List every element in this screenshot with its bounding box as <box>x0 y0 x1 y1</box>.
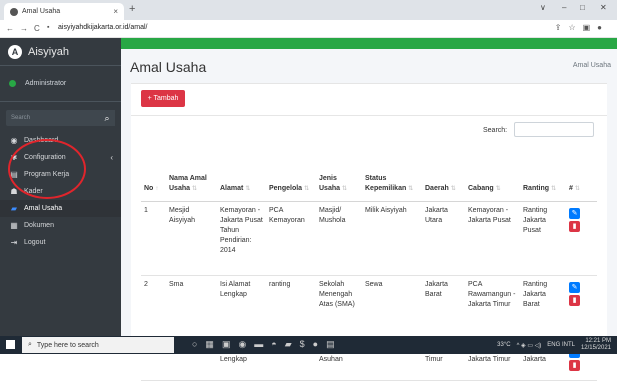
windows-start-icon[interactable] <box>6 340 15 349</box>
user-panel[interactable]: Administrator <box>0 66 121 102</box>
column-header[interactable]: No ↑ <box>141 180 166 201</box>
user-avatar <box>9 80 16 87</box>
edit-icon[interactable]: ✎ <box>569 282 580 293</box>
trash-icon[interactable]: ▮ <box>569 221 580 232</box>
user-name: Administrator <box>25 80 67 87</box>
data-card: + Tambah Search: No ↑ Nama Amal Usaha ⇅ Al… <box>131 83 607 381</box>
weather-text[interactable]: 33°C <box>497 342 510 348</box>
logout-icon: ⇥ <box>10 238 18 247</box>
table-header: No ↑ Nama Amal Usaha ⇅ Alamat ⇅ Pengelola ⇅ … <box>141 145 597 202</box>
add-button[interactable]: + Tambah <box>141 90 185 107</box>
forward-icon[interactable]: → <box>20 24 28 33</box>
minimize-button[interactable]: – <box>562 3 566 12</box>
table-cell: Sewa <box>365 281 383 288</box>
system-tray: 33°C ^ ◈ ▭ ◁) ENG INTL 12:21 PM 12/15/20… <box>497 338 611 352</box>
address-bar: ← → C ▪ aisyiyahdkijakarta.or.id/amal/ ⇪… <box>0 20 617 38</box>
tab-title: Amal Usaha <box>22 8 61 15</box>
reload-icon[interactable]: C <box>34 24 40 33</box>
back-icon[interactable]: ← <box>6 24 14 33</box>
taskbar-search-placeholder: Type here to search <box>36 341 99 349</box>
main-content: Amal Usaha Amal Usaha + Tambah Search: N… <box>121 49 617 381</box>
column-header[interactable]: Nama Amal Usaha ⇅ <box>166 170 217 201</box>
table-cell: Sekolah Menengah Atas (SMA) <box>319 281 355 308</box>
sidebar-search: Search ⌕ <box>6 110 115 126</box>
taskbar-app-icons[interactable]: ○▦▣◉▬◓▰$●▤ <box>192 339 343 350</box>
table-cell: ranting <box>269 281 291 288</box>
sidebar-item-amal-usaha[interactable]: ▰ Amal Usaha <box>0 200 121 217</box>
table-cell: PCA Rawamangun - Jakarta Timur <box>468 281 516 308</box>
column-header[interactable]: Status Kepemilikan ⇅ <box>362 170 422 201</box>
chevron-left-icon: ‹ <box>110 153 113 162</box>
table-cell: Kemayoran - Jakarta Pusat Tahun Pendiria… <box>220 207 263 254</box>
table-cell: Jakarta Utara <box>425 207 448 224</box>
browser-tab[interactable]: Amal Usaha × <box>4 3 124 20</box>
card-divider <box>131 115 607 116</box>
table-row: 1 Mesjid Aisyiyah Kemayoran - Jakarta Pu… <box>141 202 597 276</box>
taskbar: ⌕ Type here to search ○▦▣◉▬◓▰$●▤ 33°C ^ … <box>0 336 617 354</box>
breadcrumb[interactable]: Amal Usaha <box>573 62 611 69</box>
tab-search-icon[interactable]: ∨ <box>540 3 546 12</box>
browser-tabbar: Amal Usaha × + ∨ – □ ✕ <box>0 0 617 20</box>
lock-icon: ▪ <box>47 24 50 31</box>
row-actions: ✎ ▮ <box>566 276 597 340</box>
table-cell: Jakarta Barat <box>425 281 448 298</box>
tray-icons[interactable]: ^ ◈ ▭ ◁) <box>517 342 542 349</box>
trash-icon[interactable]: ▮ <box>569 360 580 371</box>
table-cell: 2 <box>144 281 148 288</box>
row-actions: ✎ ▮ <box>566 202 597 275</box>
table-row: 2 Sma Isi Alamat Lengkap ranting Sekolah… <box>141 276 597 341</box>
language-indicator[interactable]: ENG INTL <box>547 342 575 348</box>
briefcase-icon: ▰ <box>10 204 18 213</box>
table-cell: PCA Kemayoran <box>269 207 305 224</box>
table-cell: 1 <box>144 207 148 214</box>
sidebar-item-logout[interactable]: ⇥ Logout <box>0 234 121 251</box>
sidebar-item-label: Amal Usaha <box>24 205 63 212</box>
dashboard-icon: ◉ <box>10 136 18 145</box>
column-header[interactable]: # ⇅ <box>566 180 597 201</box>
page-title: Amal Usaha <box>130 59 207 75</box>
maximize-button[interactable]: □ <box>580 3 585 12</box>
brand-name: Aisyiyah <box>28 45 69 58</box>
column-header[interactable]: Daerah ⇅ <box>422 180 465 201</box>
edit-icon[interactable]: ✎ <box>569 208 580 219</box>
column-header[interactable]: Jenis Usaha ⇅ <box>316 170 362 201</box>
sidebar-item-label: Logout <box>24 239 46 246</box>
tab-close-icon[interactable]: × <box>113 7 118 16</box>
top-navbar <box>121 38 617 49</box>
url-field[interactable]: aisyiyahdkijakarta.or.id/amal/ <box>58 24 148 31</box>
sidebar-item-dokumen[interactable]: ▦ Dokumen <box>0 217 121 234</box>
table-search-input[interactable] <box>514 122 594 137</box>
table-cell: Ranting Jakarta Barat <box>523 281 548 308</box>
table-cell: Ranting Jakarta Pusat <box>523 207 548 234</box>
document-icon: ▦ <box>10 221 18 230</box>
brand[interactable]: A Aisyiyah <box>0 38 121 66</box>
table-cell: Mesjid Aisyiyah <box>169 207 196 224</box>
brand-logo-icon: A <box>8 44 22 59</box>
annotation-circle <box>8 139 86 199</box>
taskbar-search-input[interactable]: ⌕ Type here to search <box>22 337 174 353</box>
sidebar-item-label: Dokumen <box>24 222 54 229</box>
table-cell: Sma <box>169 281 184 288</box>
table-cell: Kemayoran - Jakarta Pusat <box>468 207 511 224</box>
column-header[interactable]: Pengelola ⇅ <box>266 180 316 201</box>
table-cell: Isi Alamat Lengkap <box>220 281 251 298</box>
favicon-icon <box>10 7 18 16</box>
new-tab-button[interactable]: + <box>129 3 135 15</box>
search-icon: ⌕ <box>28 341 32 348</box>
column-header[interactable]: Cabang ⇅ <box>465 180 520 201</box>
close-window-button[interactable]: ✕ <box>600 3 607 12</box>
column-header[interactable]: Ranting ⇅ <box>520 180 566 201</box>
table-search-label: Search: <box>483 127 508 134</box>
trash-icon[interactable]: ▮ <box>569 295 580 306</box>
sidebar-search-input[interactable]: Search <box>6 115 99 121</box>
table-cell: Milik Aisyiyah <box>365 207 407 214</box>
search-icon[interactable]: ⌕ <box>99 110 115 126</box>
table-cell: Masjid/ Mushola <box>319 207 346 224</box>
column-header[interactable]: Alamat ⇅ <box>217 180 266 201</box>
clock[interactable]: 12:21 PM 12/15/2021 <box>581 338 611 352</box>
browser-toolbar-icons[interactable]: ⇪☆▣● <box>555 23 609 32</box>
